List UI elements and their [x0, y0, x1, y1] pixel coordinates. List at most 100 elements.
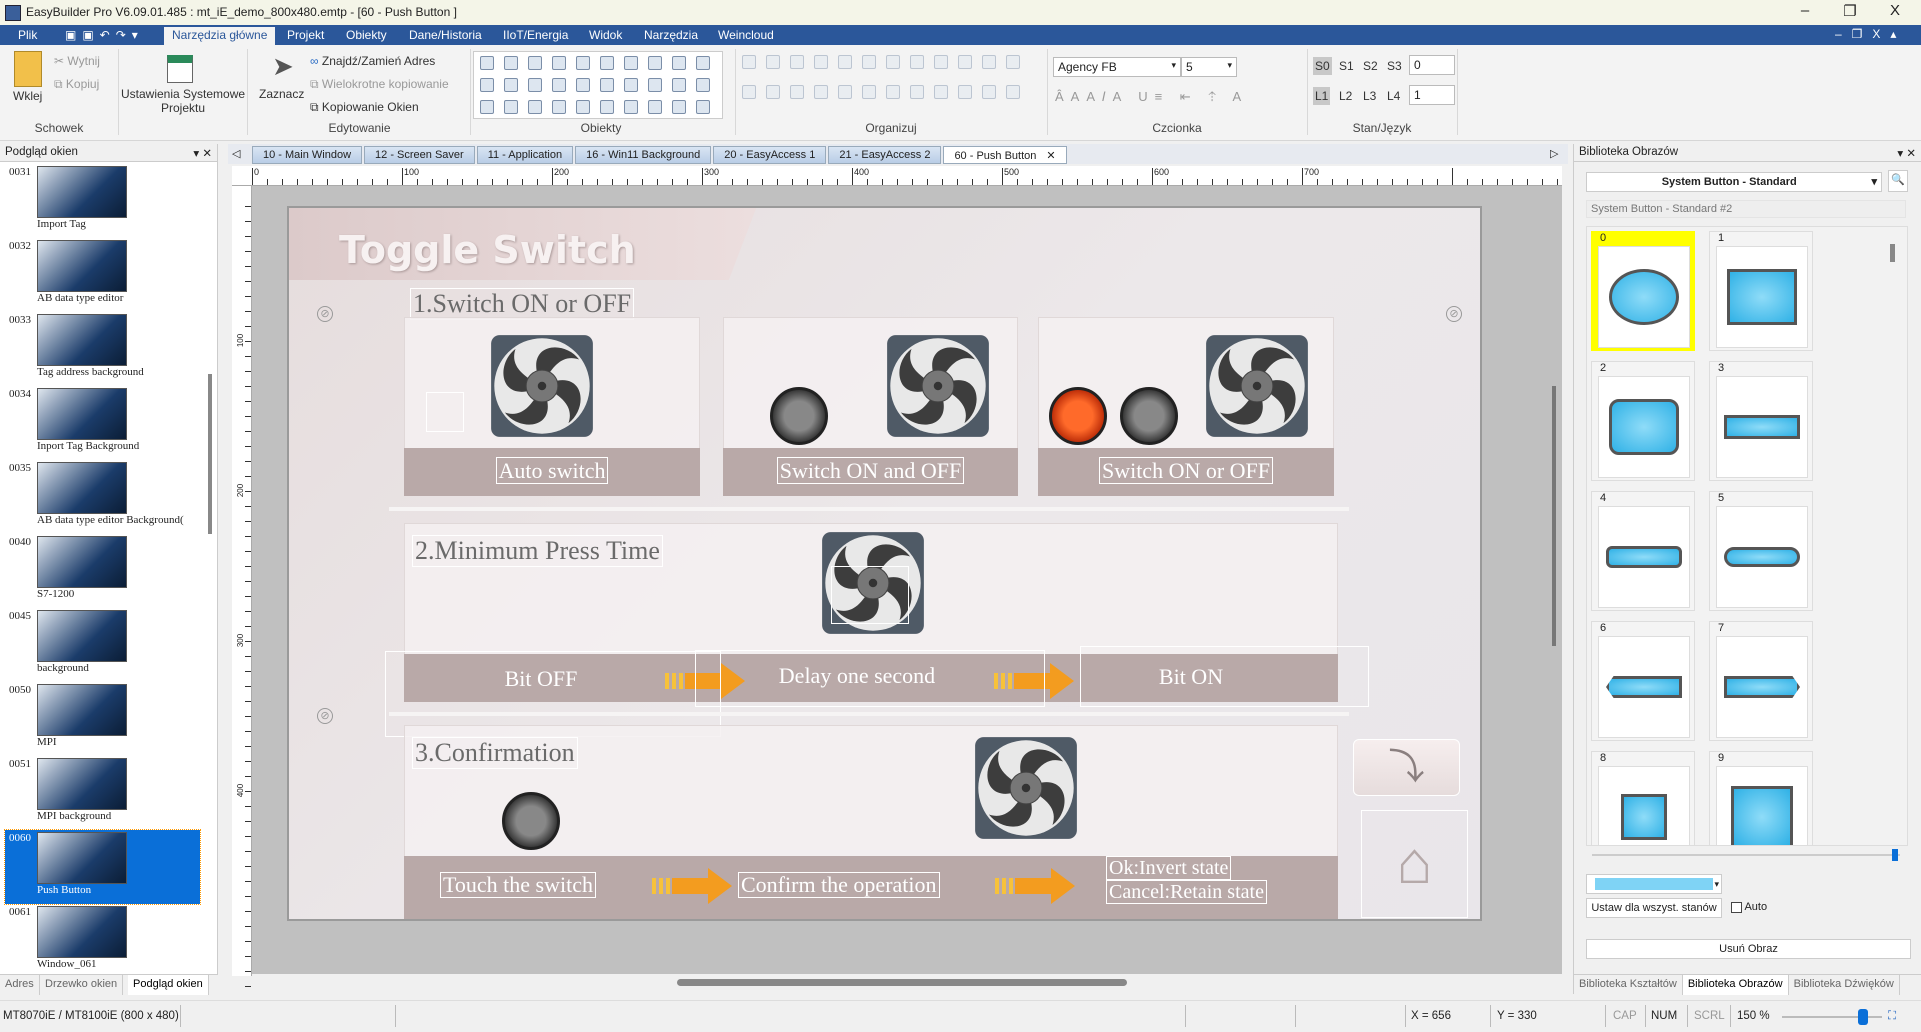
doc-tab[interactable]: 12 - Screen Saver — [364, 146, 475, 164]
window-preview-item[interactable]: 0035 AB data type editor Background( — [5, 460, 200, 534]
object-tool-icon[interactable] — [504, 78, 518, 92]
power-on-button[interactable] — [1049, 387, 1107, 445]
power-button[interactable] — [502, 792, 560, 850]
arrange-tool-icon[interactable] — [958, 55, 972, 69]
scrollbar-thumb[interactable] — [677, 979, 1127, 986]
image-library-item[interactable]: 7 — [1709, 621, 1813, 741]
power-off-button[interactable] — [1120, 387, 1178, 445]
object-tool-icon[interactable] — [696, 78, 710, 92]
vertical-scrollbar[interactable] — [1552, 386, 1556, 646]
grid-scrollbar[interactable] — [1890, 244, 1895, 262]
menu-weincloud[interactable]: Weincloud — [710, 27, 782, 45]
object-tool-icon[interactable] — [552, 78, 566, 92]
language-button[interactable]: L3 — [1361, 87, 1378, 105]
left-tab[interactable]: Adres — [0, 975, 40, 995]
fit-screen-icon[interactable]: ⛶ — [1888, 1010, 1896, 1023]
arrange-tool-icon[interactable] — [886, 55, 900, 69]
arrange-tool-icon[interactable] — [814, 85, 828, 99]
zoom-slider[interactable] — [1782, 1009, 1882, 1025]
arrange-tool-icon[interactable] — [790, 55, 804, 69]
menu-narzedzia-glowne[interactable]: Narzędzia główne — [164, 27, 276, 45]
arrange-tool-icon[interactable] — [766, 85, 780, 99]
object-tool-icon[interactable] — [648, 56, 662, 70]
slider-thumb[interactable] — [1892, 849, 1898, 861]
window-preview-item[interactable]: 0060 Push Button — [4, 829, 201, 905]
window-preview-item[interactable]: 0034 Inport Tag Background — [5, 386, 200, 460]
arrange-tool-icon[interactable] — [1006, 85, 1020, 99]
object-tool-icon[interactable] — [576, 56, 590, 70]
copy-button[interactable]: ⧉ Kopiuj — [54, 77, 99, 92]
library-search-button[interactable]: 🔍 — [1888, 170, 1908, 192]
object-tool-icon[interactable] — [624, 56, 638, 70]
image-library-item[interactable]: 3 — [1709, 361, 1813, 481]
object-tool-icon[interactable] — [480, 100, 494, 114]
window-preview-item[interactable]: 0031 Import Tag — [5, 164, 200, 238]
state-button[interactable]: S1 — [1337, 57, 1356, 75]
object-tool-icon[interactable] — [600, 78, 614, 92]
find-replace-button[interactable]: ∞ Znajdź/Zamień Adres — [310, 54, 435, 68]
arrange-tool-icon[interactable] — [910, 55, 924, 69]
delay-button-area[interactable] — [831, 566, 909, 624]
arrange-tool-icon[interactable] — [742, 55, 756, 69]
image-library-item[interactable]: 6 — [1591, 621, 1695, 741]
image-library-item[interactable]: 0 — [1591, 231, 1695, 351]
object-tool-icon[interactable] — [624, 100, 638, 114]
arrange-tool-icon[interactable] — [982, 55, 996, 69]
arrange-tool-icon[interactable] — [838, 85, 852, 99]
object-tool-icon[interactable] — [624, 78, 638, 92]
menu-dane-historia[interactable]: Dane/Historia — [401, 27, 490, 45]
menu-narzedzia[interactable]: Narzędzia — [636, 27, 706, 45]
object-tool-icon[interactable] — [480, 56, 494, 70]
scrollbar-thumb[interactable] — [208, 374, 212, 534]
mdi-window-controls[interactable]: –❐X▴ — [1835, 27, 1906, 41]
left-tab[interactable]: Drzewko okien — [40, 975, 124, 995]
object-tool-icon[interactable] — [528, 100, 542, 114]
image-library-item[interactable]: 8 — [1591, 751, 1695, 845]
font-size-select[interactable]: 5 ▾ — [1181, 57, 1237, 77]
set-all-states-button[interactable]: Ustaw dla wszyst. stanów — [1586, 898, 1722, 918]
object-tool-icon[interactable] — [480, 78, 494, 92]
auto-switch-area[interactable] — [426, 392, 464, 432]
object-tool-icon[interactable] — [696, 56, 710, 70]
window-preview-item[interactable]: 0032 AB data type editor — [5, 238, 200, 312]
object-tool-icon[interactable] — [504, 56, 518, 70]
object-tool-icon[interactable] — [504, 100, 518, 114]
arrange-tool-icon[interactable] — [934, 55, 948, 69]
arrange-tool-icon[interactable] — [862, 55, 876, 69]
arrange-tool-icon[interactable] — [1006, 55, 1020, 69]
tab-close-icon[interactable]: ✕ — [1046, 150, 1055, 162]
tab-scroll-right-icon[interactable]: ▷ — [1550, 147, 1558, 160]
window-preview-item[interactable]: 0050 MPI — [5, 682, 200, 756]
arrange-tool-icon[interactable] — [934, 85, 948, 99]
state-spinner[interactable]: 0 — [1409, 55, 1455, 75]
arrange-tool-icon[interactable] — [766, 55, 780, 69]
arrange-tool-icon[interactable] — [958, 85, 972, 99]
object-tool-icon[interactable] — [576, 100, 590, 114]
library-select[interactable]: System Button - Standard ▾ — [1586, 172, 1882, 192]
color-select[interactable]: ▾ — [1586, 874, 1722, 894]
state-button[interactable]: S3 — [1385, 57, 1404, 75]
menu-obiekty[interactable]: Obiekty — [338, 27, 395, 45]
doc-tab[interactable]: 10 - Main Window — [252, 146, 363, 164]
remove-image-button[interactable]: Usuń Obraz — [1586, 939, 1911, 959]
font-family-select[interactable]: Agency FB ▾ — [1053, 57, 1181, 77]
right-tab[interactable]: Biblioteka Obrazów — [1682, 975, 1789, 995]
right-tab[interactable]: Biblioteka Dźwięków — [1789, 975, 1900, 995]
image-library-item[interactable]: 9 — [1709, 751, 1813, 845]
doc-tab[interactable]: 20 - EasyAccess 1 — [713, 146, 827, 164]
select-button[interactable]: Zaznacz — [259, 87, 304, 101]
hmi-screen[interactable]: Toggle Switch ⊘ ⊘ ⊘ 1.Switch ON or OFF A… — [287, 206, 1482, 921]
tab-scroll-left-icon[interactable]: ◁ — [232, 147, 240, 160]
arrange-tool-icon[interactable] — [910, 85, 924, 99]
arrange-tool-icon[interactable] — [814, 55, 828, 69]
arrange-tool-icon[interactable] — [790, 85, 804, 99]
window-preview-item[interactable]: 0040 S7-1200 — [5, 534, 200, 608]
next-page-button[interactable]: ⤵ — [1353, 739, 1460, 796]
system-settings-button[interactable]: Ustawienia Systemowe Projektu — [121, 87, 245, 115]
state-button[interactable]: S2 — [1361, 57, 1380, 75]
copy-windows-button[interactable]: ⧉ Kopiowanie Okien — [310, 100, 419, 115]
object-tool-icon[interactable] — [672, 78, 686, 92]
image-library-item[interactable]: 2 — [1591, 361, 1695, 481]
object-tool-icon[interactable] — [672, 100, 686, 114]
object-gallery[interactable] — [473, 51, 723, 119]
